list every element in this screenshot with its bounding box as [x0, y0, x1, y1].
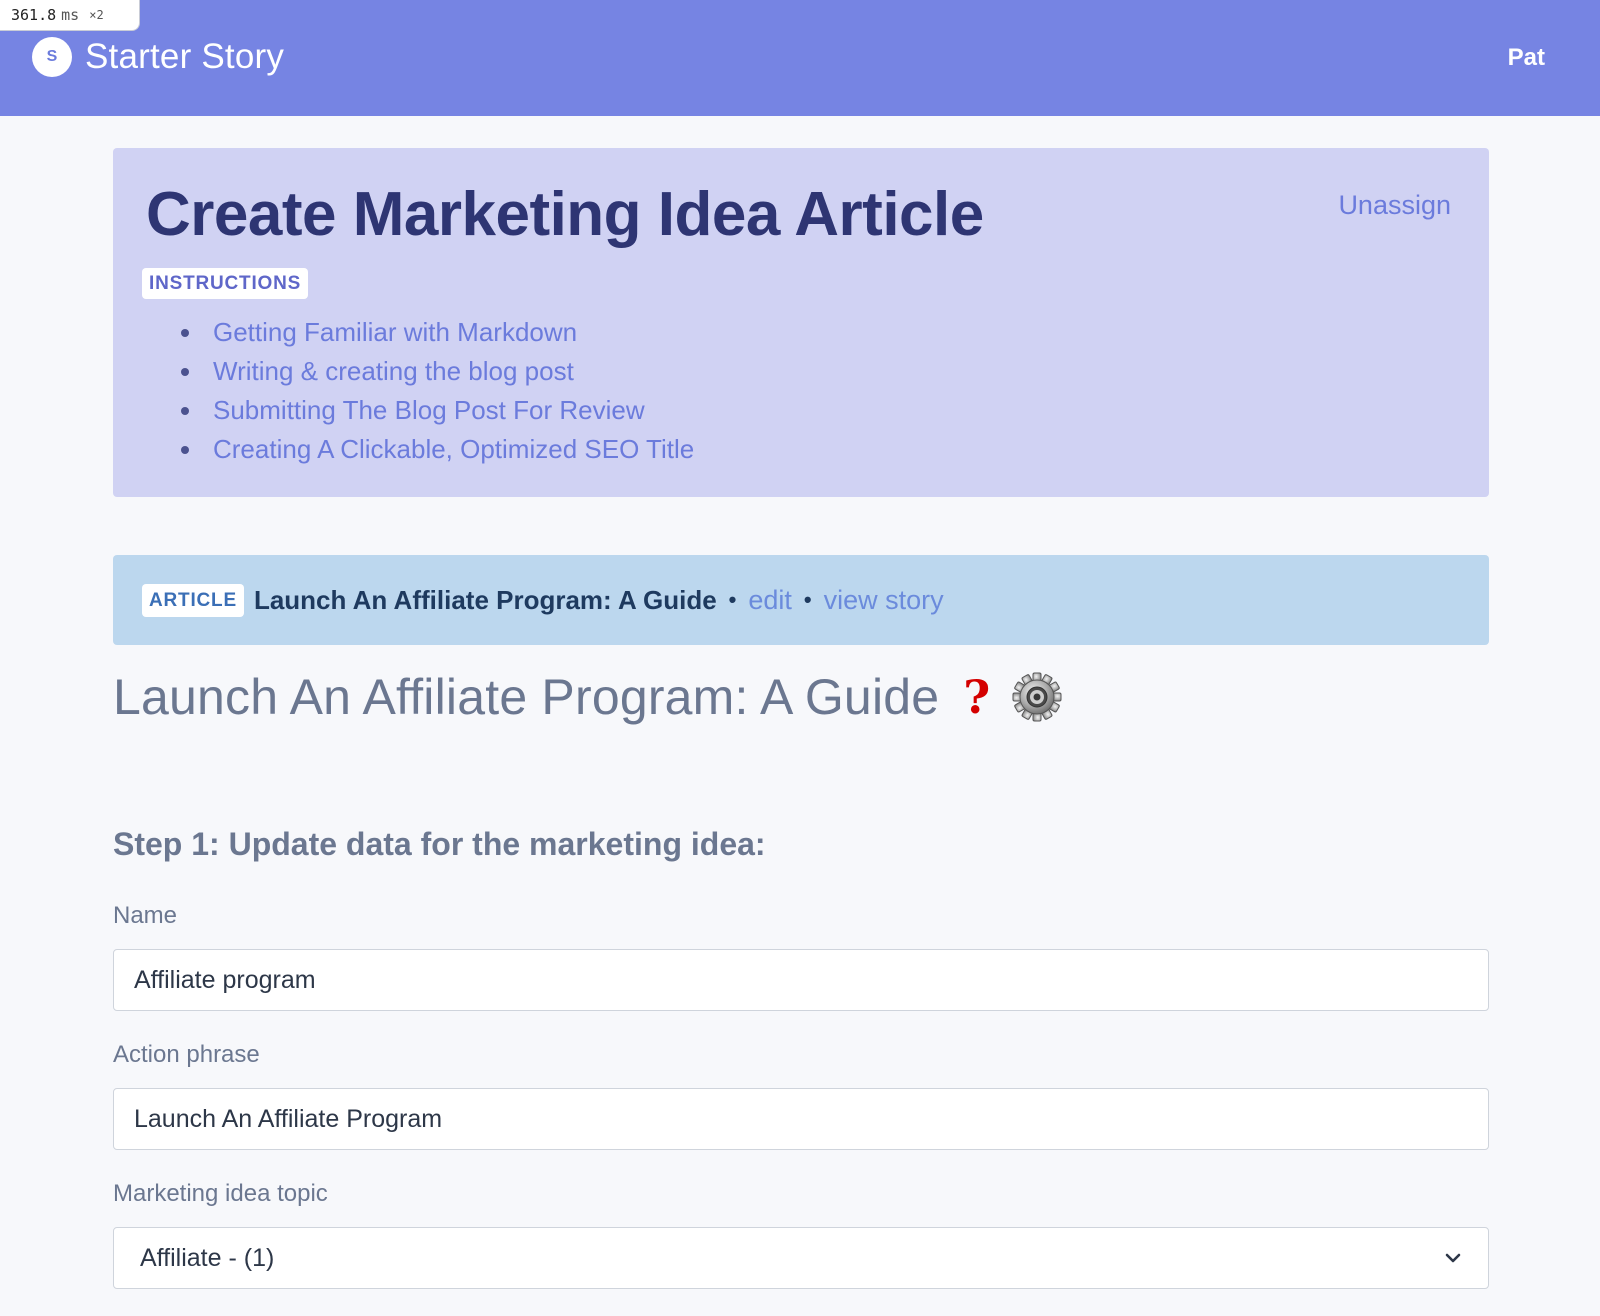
- perf-badge: 361.8 ms ×2: [0, 0, 140, 31]
- topic-select[interactable]: Affiliate - (1): [113, 1227, 1489, 1289]
- instruction-link-label: Creating A Clickable, Optimized SEO Titl…: [213, 434, 695, 464]
- separator-dot: •: [803, 587, 812, 612]
- unassign-link[interactable]: Unassign: [1338, 190, 1451, 221]
- list-bullet: [181, 407, 189, 415]
- action-phrase-field[interactable]: [113, 1088, 1489, 1150]
- view-story-link[interactable]: view story: [824, 585, 944, 616]
- name-field[interactable]: [113, 949, 1489, 1011]
- page-title: Create Marketing Idea Article: [146, 180, 984, 249]
- list-bullet: [181, 329, 189, 337]
- chevron-down-icon: [1445, 1253, 1461, 1263]
- question-mark-icon[interactable]: ?: [963, 670, 990, 724]
- gear-icon[interactable]: [1012, 672, 1062, 722]
- article-badge: ARTICLE: [142, 583, 244, 617]
- article-bar: ARTICLE Launch An Affiliate Program: A G…: [113, 555, 1489, 645]
- instruction-link[interactable]: Submitting The Blog Post For Review: [181, 391, 1454, 430]
- edit-link[interactable]: edit: [748, 585, 792, 616]
- topic-label: Marketing idea topic: [113, 1180, 328, 1207]
- user-menu[interactable]: Pat: [1508, 44, 1545, 72]
- brand-name: Starter Story: [85, 37, 285, 76]
- perf-unit: ms: [61, 6, 80, 24]
- instruction-link-label: Getting Familiar with Markdown: [213, 317, 578, 347]
- story-title: Launch An Affiliate Program: A Guide: [113, 669, 940, 725]
- step-heading: Step 1: Update data for the marketing id…: [113, 826, 766, 862]
- instructions-list: Getting Familiar with Markdown Writing &…: [181, 313, 1454, 469]
- instruction-link[interactable]: Getting Familiar with Markdown: [181, 313, 1454, 352]
- perf-multiplier: ×2: [89, 8, 104, 22]
- top-nav: S Starter Story Pat: [0, 0, 1600, 116]
- instructions-badge: INSTRUCTIONS: [142, 268, 309, 299]
- action-phrase-label: Action phrase: [113, 1041, 260, 1068]
- list-bullet: [181, 368, 189, 376]
- topic-select-value: Affiliate - (1): [140, 1243, 275, 1272]
- list-bullet: [181, 446, 189, 454]
- task-card: Create Marketing Idea Article Unassign I…: [113, 148, 1489, 497]
- instruction-link[interactable]: Creating A Clickable, Optimized SEO Titl…: [181, 430, 1454, 469]
- separator-dot: •: [728, 587, 737, 612]
- instruction-link-label: Writing & creating the blog post: [213, 356, 574, 386]
- brand-logo: S: [32, 37, 72, 77]
- brand-logo-letter: S: [46, 48, 58, 65]
- story-heading: Launch An Affiliate Program: A Guide ?: [113, 668, 1062, 726]
- instruction-link[interactable]: Writing & creating the blog post: [181, 352, 1454, 391]
- article-name: Launch An Affiliate Program: A Guide: [253, 584, 717, 615]
- brand-link[interactable]: S Starter Story: [32, 37, 284, 77]
- perf-value: 361.8: [11, 6, 57, 24]
- name-label: Name: [113, 902, 178, 929]
- instruction-link-label: Submitting The Blog Post For Review: [213, 395, 645, 425]
